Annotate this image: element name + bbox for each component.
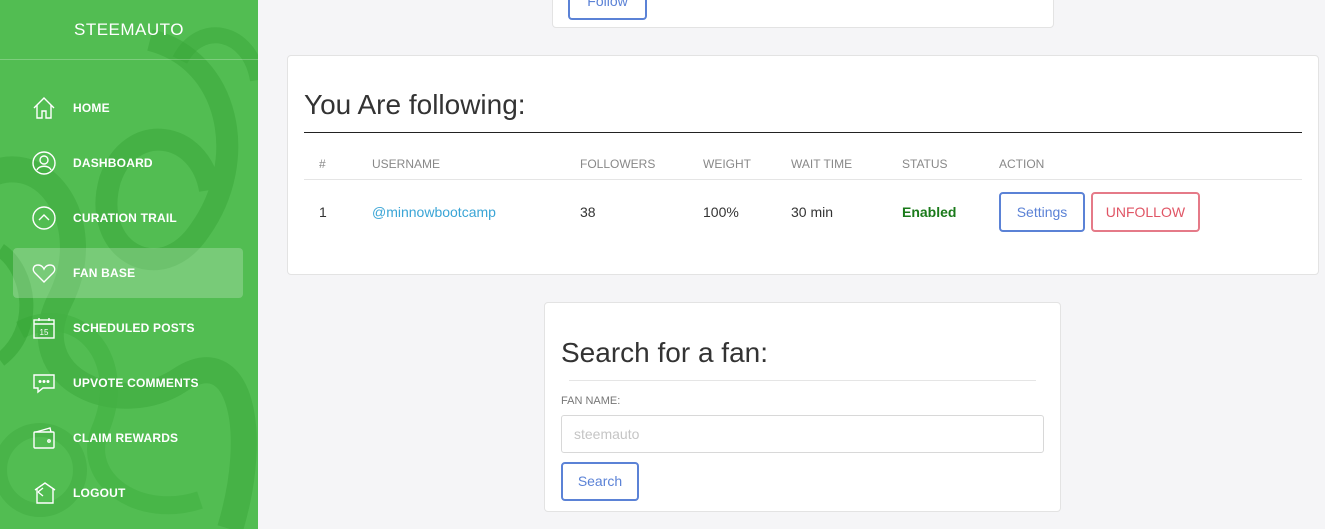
search-button[interactable]: Search [561, 462, 639, 501]
title-divider [304, 132, 1302, 133]
weight-cell: 100% [703, 204, 739, 220]
follow-card: Follow [552, 0, 1054, 28]
row-number: 1 [319, 204, 327, 220]
column-header-num: # [304, 149, 372, 180]
sidebar-item-label: CURATION TRAIL [73, 211, 177, 225]
search-fan-card: Search for a fan: FAN NAME: Search [544, 302, 1061, 512]
column-header-weight: WEIGHT [703, 149, 791, 180]
following-title: You Are following: [304, 89, 526, 120]
fan-name-label: FAN NAME: [561, 395, 621, 407]
column-header-wait-time: WAIT TIME [791, 149, 902, 180]
column-header-followers: FOLLOWERS [580, 149, 703, 180]
settings-button[interactable]: Settings [999, 192, 1085, 232]
heart-icon [29, 258, 59, 288]
status-cell: Enabled [902, 180, 999, 245]
followers-cell: 38 [580, 204, 596, 220]
brand-title[interactable]: STEEMAUTO [0, 0, 258, 60]
sidebar-item-scheduled-posts[interactable]: 15 SCHEDULED POSTS [13, 303, 243, 353]
status-badge: Enabled [902, 204, 957, 220]
sidebar-item-home[interactable]: HOME [13, 83, 243, 133]
fan-name-input[interactable] [561, 415, 1044, 453]
sidebar-item-dashboard[interactable]: DASHBOARD [13, 138, 243, 188]
wait-time-cell: 30 min [791, 204, 834, 220]
following-card: You Are following: # USERNAME FOLLOWERS … [287, 55, 1319, 275]
sidebar-nav: HOME DASHBOARD CURATION TRAIL FAN BASE 1… [13, 83, 243, 523]
column-header-action: ACTION [999, 149, 1302, 180]
following-table: # USERNAME FOLLOWERS WEIGHT WAIT TIME ST… [304, 149, 1302, 244]
sidebar-item-label: LOGOUT [73, 486, 126, 500]
logout-icon [29, 478, 59, 508]
sidebar-item-label: UPVOTE COMMENTS [73, 376, 199, 390]
sidebar-item-logout[interactable]: LOGOUT [13, 468, 243, 518]
sidebar-item-fan-base[interactable]: FAN BASE [13, 248, 243, 298]
unfollow-button[interactable]: UNFOLLOW [1090, 192, 1200, 232]
calendar-day: 15 [40, 328, 49, 337]
sidebar-item-label: CLAIM REWARDS [73, 431, 179, 445]
action-cell: Settings UNFOLLOW [999, 180, 1302, 245]
column-header-username: USERNAME [372, 149, 580, 180]
home-icon [29, 93, 59, 123]
follow-button[interactable]: Follow [568, 0, 647, 20]
search-divider [569, 380, 1036, 381]
search-title: Search for a fan: [561, 337, 769, 368]
column-header-status: STATUS [902, 149, 999, 180]
sidebar-item-curation-trail[interactable]: CURATION TRAIL [13, 193, 243, 243]
table-header-row: # USERNAME FOLLOWERS WEIGHT WAIT TIME ST… [304, 149, 1302, 180]
sidebar-item-upvote-comments[interactable]: UPVOTE COMMENTS [13, 358, 243, 408]
comment-icon [29, 368, 59, 398]
sidebar-item-label: SCHEDULED POSTS [73, 321, 195, 335]
table-row: 1 @minnowbootcamp 38 100% 30 min Enabled… [304, 180, 1302, 245]
calendar-icon: 15 [29, 313, 59, 343]
wallet-icon [29, 423, 59, 453]
sidebar-item-label: HOME [73, 101, 110, 115]
sidebar-item-label: FAN BASE [73, 266, 136, 280]
sidebar: STEEMAUTO HOME DASHBOARD CURATION TRAIL … [0, 0, 258, 529]
username-link[interactable]: @minnowbootcamp [372, 204, 496, 220]
username-cell: @minnowbootcamp [372, 180, 580, 245]
sidebar-item-claim-rewards[interactable]: CLAIM REWARDS [13, 413, 243, 463]
user-circle-icon [29, 148, 59, 178]
sidebar-item-label: DASHBOARD [73, 156, 153, 170]
chevron-up-circle-icon [29, 203, 59, 233]
